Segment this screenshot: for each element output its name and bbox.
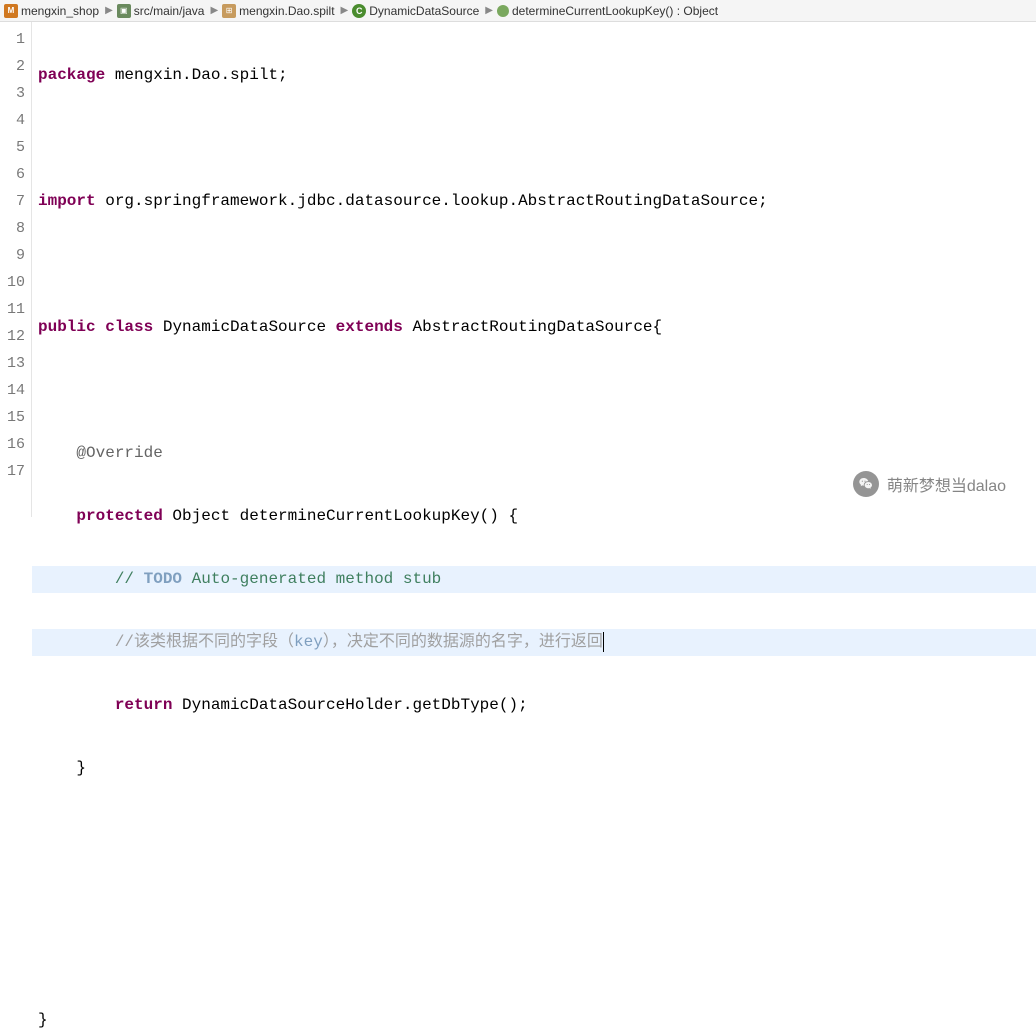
chevron-right-icon: ▶ — [341, 5, 349, 16]
todo-tag: TODO — [144, 570, 182, 588]
annotation: @Override — [76, 444, 162, 462]
keyword: class — [105, 318, 153, 336]
keyword: extends — [336, 318, 403, 336]
class-icon: C — [352, 4, 366, 18]
code-line — [32, 881, 1036, 908]
code-area[interactable]: package mengxin.Dao.spilt; import org.sp… — [32, 22, 1036, 517]
line-number: 2 — [0, 53, 31, 80]
comment: // — [115, 570, 144, 588]
method-icon — [497, 5, 509, 17]
space — [96, 318, 106, 336]
chevron-right-icon: ▶ — [210, 5, 218, 16]
chevron-right-icon: ▶ — [105, 5, 113, 16]
bc-project[interactable]: Mmengxin_shop — [4, 4, 99, 18]
keyword: protected — [76, 507, 162, 525]
bc-method[interactable]: determineCurrentLookupKey() : Object — [497, 4, 718, 18]
bc-class[interactable]: CDynamicDataSource — [352, 4, 479, 18]
code-line — [32, 125, 1036, 152]
line-number: 12 — [0, 323, 31, 350]
code-line: // TODO Auto-generated method stub — [32, 566, 1036, 593]
code-text: mengxin.Dao.spilt; — [105, 66, 287, 84]
line-number: 10 — [0, 269, 31, 296]
line-number: 17 — [0, 458, 31, 485]
line-number: 1 — [0, 26, 31, 53]
code-line — [32, 377, 1036, 404]
comment: ），决定不同的数据源的名字，进行返回 — [323, 633, 603, 651]
code-text: } — [76, 759, 86, 777]
line-number: 16 — [0, 431, 31, 458]
code-text: AbstractRoutingDataSource{ — [403, 318, 662, 336]
line-number: 3 — [0, 80, 31, 107]
code-text: org.springframework.jdbc.datasource.look… — [96, 192, 768, 210]
bc-src[interactable]: ▣src/main/java — [117, 4, 205, 18]
comment: key — [294, 633, 323, 651]
code-text: Object determineCurrentLookupKey() { — [163, 507, 518, 525]
line-number: 8 — [0, 215, 31, 242]
watermark: 萌新梦想当dalao — [853, 471, 1006, 497]
wechat-icon — [853, 471, 879, 497]
line-number: 9 — [0, 242, 31, 269]
code-editor[interactable]: 1 2 3 4 5 6 7 8 9 10 11 12 13 14 15 16 1… — [0, 22, 1036, 517]
line-number: 13 — [0, 350, 31, 377]
package-icon: ⊞ — [222, 4, 236, 18]
bc-class-label: DynamicDataSource — [369, 4, 479, 18]
comment: Auto-generated method stub — [182, 570, 441, 588]
code-line: return DynamicDataSourceHolder.getDbType… — [32, 692, 1036, 719]
code-text: DynamicDataSource — [153, 318, 335, 336]
line-number: 6 — [0, 161, 31, 188]
line-number: 15 — [0, 404, 31, 431]
code-text: DynamicDataSourceHolder.getDbType(); — [172, 696, 527, 714]
bc-project-label: mengxin_shop — [21, 4, 99, 18]
code-line — [32, 251, 1036, 278]
code-line — [32, 818, 1036, 845]
code-line: } — [32, 1007, 1036, 1034]
folder-icon: ▣ — [117, 4, 131, 18]
project-icon: M — [4, 4, 18, 18]
bc-package-label: mengxin.Dao.spilt — [239, 4, 334, 18]
watermark-text: 萌新梦想当dalao — [887, 472, 1006, 496]
code-line: package mengxin.Dao.spilt; — [32, 62, 1036, 89]
code-line — [32, 944, 1036, 971]
keyword: public — [38, 318, 96, 336]
keyword: return — [115, 696, 173, 714]
breadcrumb: Mmengxin_shop ▶ ▣src/main/java ▶ ⊞mengxi… — [0, 0, 1036, 22]
code-line-current: //该类根据不同的字段（key），决定不同的数据源的名字，进行返回 — [32, 629, 1036, 656]
keyword: import — [38, 192, 96, 210]
code-text: } — [38, 1011, 48, 1029]
chevron-right-icon: ▶ — [485, 5, 493, 16]
code-line: public class DynamicDataSource extends A… — [32, 314, 1036, 341]
line-number: 11 — [0, 296, 31, 323]
text-cursor — [603, 632, 604, 652]
line-number: 4 — [0, 107, 31, 134]
code-line: } — [32, 755, 1036, 782]
line-number-gutter: 1 2 3 4 5 6 7 8 9 10 11 12 13 14 15 16 1… — [0, 22, 32, 517]
bc-package[interactable]: ⊞mengxin.Dao.spilt — [222, 4, 334, 18]
line-number: 14 — [0, 377, 31, 404]
keyword: package — [38, 66, 105, 84]
bc-src-label: src/main/java — [134, 4, 205, 18]
line-number: 5 — [0, 134, 31, 161]
code-line: @Override — [32, 440, 1036, 467]
code-line: import org.springframework.jdbc.datasour… — [32, 188, 1036, 215]
comment: //该类根据不同的字段（ — [115, 633, 294, 651]
bc-method-label: determineCurrentLookupKey() : Object — [512, 4, 718, 18]
line-number: 7 — [0, 188, 31, 215]
